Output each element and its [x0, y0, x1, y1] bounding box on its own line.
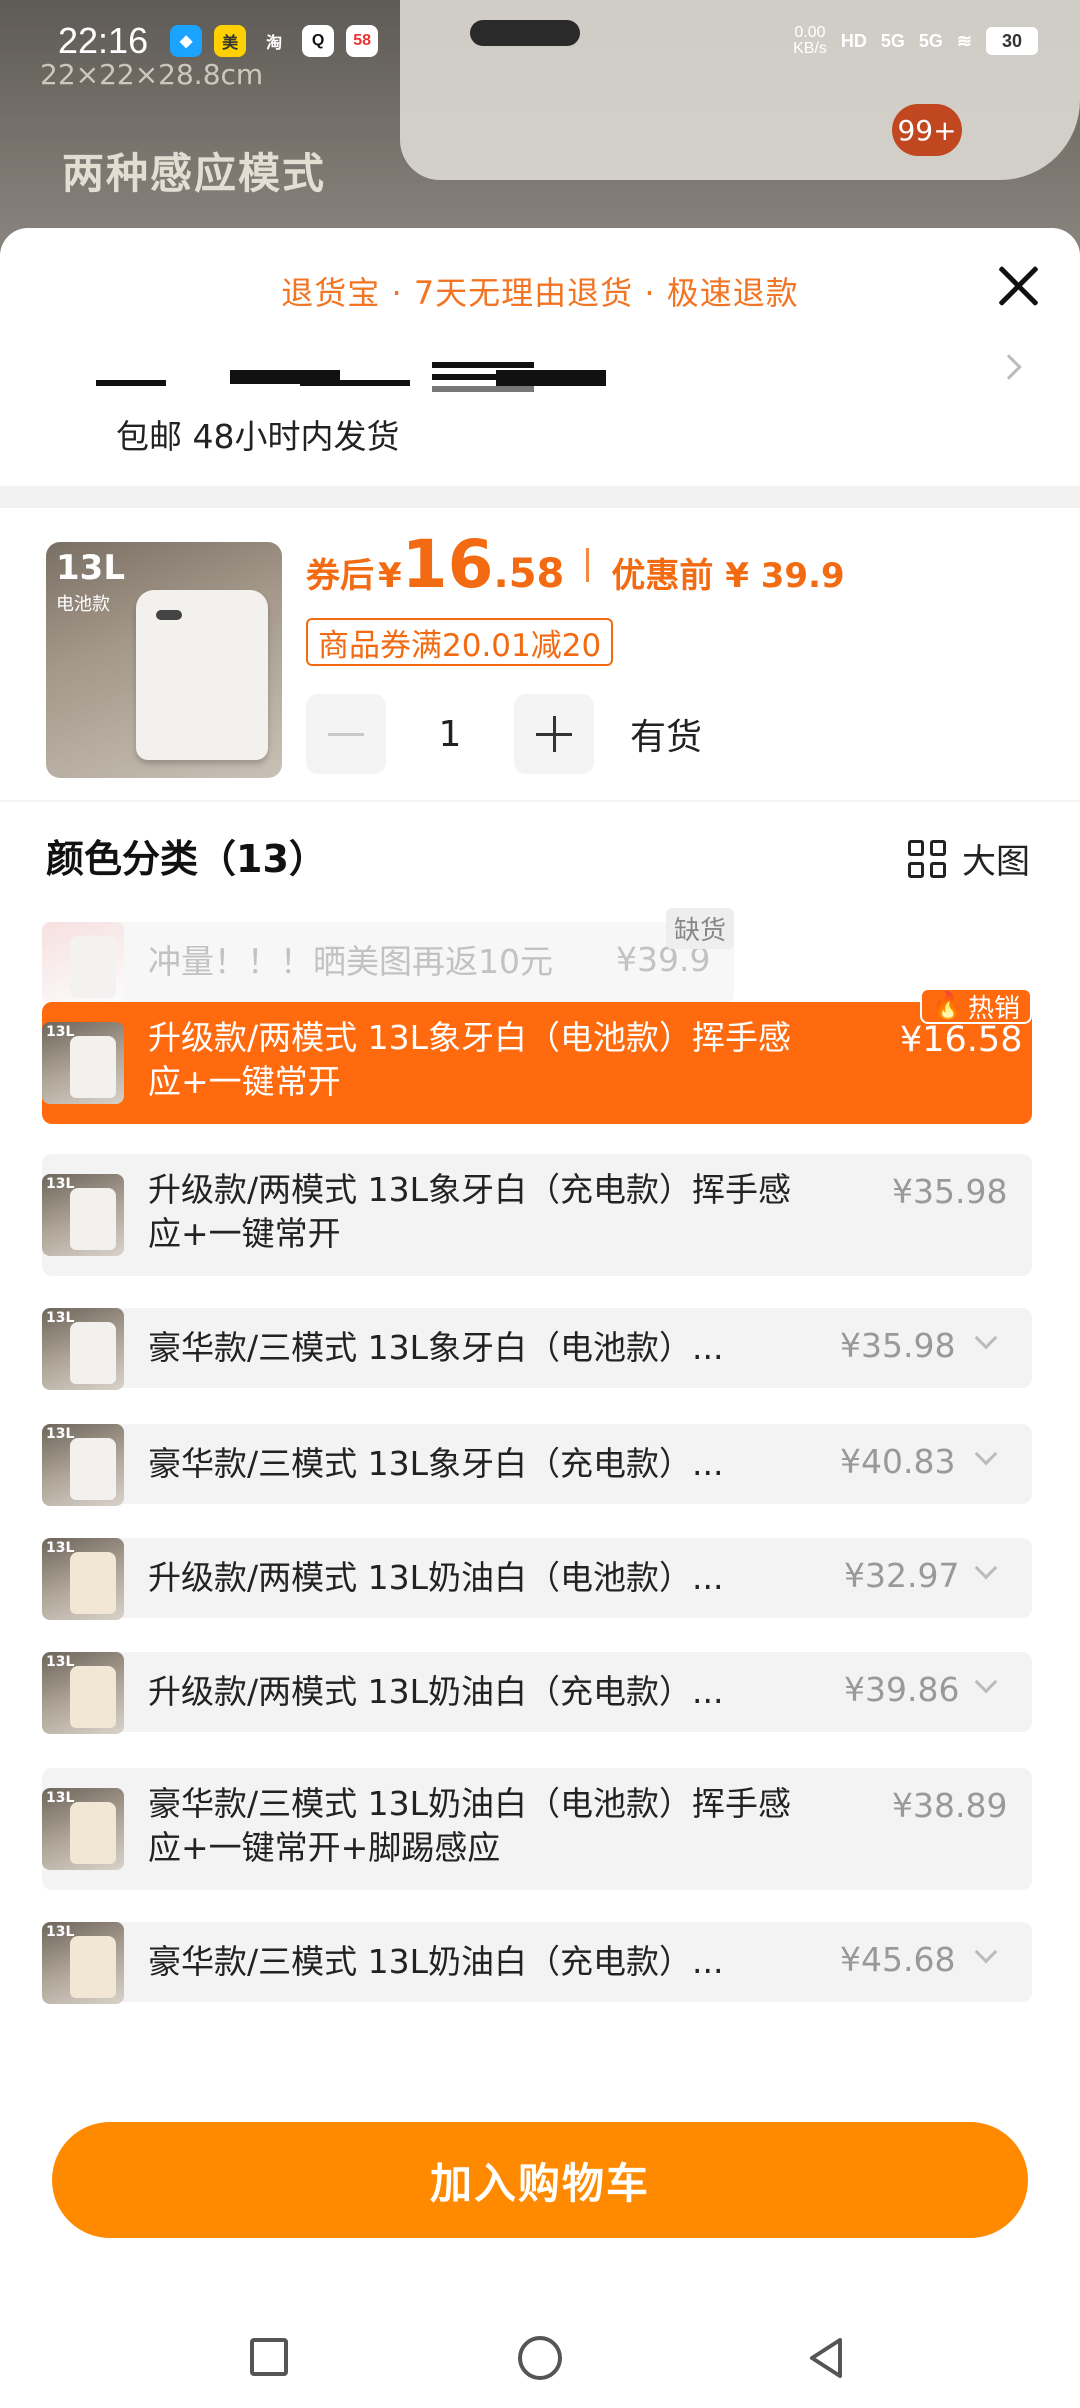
- price-row: 券后 ¥ 16 .58 优惠前 ¥ 39.9: [306, 526, 845, 603]
- net-speed-unit: KB/s: [793, 40, 827, 57]
- status-bar: 22:16 ◆ 美 淘 Q 58 0.00 KB/s HD 5G 5G ≋ 30: [0, 0, 1080, 82]
- variant-price: ¥16.58: [900, 1020, 1023, 1060]
- system-nav-bar: [0, 2290, 1080, 2408]
- variant-thumbnail: [42, 922, 124, 1004]
- quantity-value[interactable]: 1: [386, 714, 514, 755]
- status-right: 0.00 KB/s HD 5G 5G ≋ 30: [793, 25, 1038, 57]
- variant-label: 豪华款/三模式 13L奶油白（电池款）挥手感 应+一键常开+脚踢感应: [148, 1784, 791, 1867]
- coupon-badge: 商品券满20.01减20: [306, 618, 614, 666]
- app-notification-icon: ◆: [170, 25, 203, 57]
- variant-label: 豪华款/三模式 13L象牙白（充电款）...: [148, 1444, 724, 1483]
- variant-price: ¥38.89: [892, 1786, 1008, 1825]
- variant-price: ¥35.98: [840, 1326, 956, 1365]
- signal-5g-icon: 5G: [880, 30, 905, 51]
- price-decimal: .58: [493, 551, 565, 597]
- variant-option[interactable]: 13L 豪华款/三模式 13L奶油白（充电款）... ¥45.68: [42, 1922, 1032, 2004]
- app58-icon: 58: [346, 25, 379, 57]
- close-icon[interactable]: [990, 258, 1046, 314]
- variant-thumbnail: 13L: [42, 1538, 124, 1620]
- variant-price: ¥40.83: [840, 1442, 956, 1481]
- variant-thumbnail: 13L: [42, 1922, 124, 2004]
- variant-label: 升级款/两模式 13L奶油白（充电款）...: [148, 1672, 724, 1711]
- signal-5g-icon-2: 5G: [918, 30, 943, 51]
- notification-icons: ◆ 美 淘 Q 58: [170, 25, 379, 57]
- chevron-down-icon[interactable]: [974, 1442, 998, 1466]
- price-before-discount: 优惠前 ¥ 39.9: [611, 556, 845, 596]
- decrement-button[interactable]: [306, 694, 386, 774]
- return-policy-banner: 退货宝 · 7天无理由退货 · 极速退款: [281, 274, 799, 312]
- recent-apps-icon[interactable]: [250, 2338, 288, 2376]
- variant-label: 冲量！！！晒美图再返10元: [148, 942, 553, 981]
- flame-icon: 🔥: [931, 991, 964, 1021]
- variant-section-title: 颜色分类（13）: [46, 837, 327, 881]
- variant-thumbnail: 13L: [42, 1022, 124, 1104]
- chevron-down-icon[interactable]: [974, 1326, 998, 1350]
- redacted-address: [40, 352, 1000, 402]
- product-thumbnail[interactable]: 13L 电池款: [46, 542, 282, 778]
- wifi-icon: ≋: [956, 30, 972, 51]
- cart-badge[interactable]: 99+: [892, 104, 962, 156]
- grid-icon: [908, 839, 946, 878]
- variant-label: 升级款/两模式 13L象牙白（充电款）挥手感 应+一键常开: [148, 1170, 791, 1253]
- hd-icon: HD: [840, 30, 867, 51]
- thumb-label: 13L: [56, 548, 125, 588]
- big-view-toggle[interactable]: 大图: [908, 834, 1030, 883]
- variant-thumbnail: 13L: [42, 1424, 124, 1506]
- variant-thumbnail: 13L: [42, 1308, 124, 1390]
- variant-price: ¥45.68: [840, 1940, 956, 1979]
- meituan-icon: 美: [214, 25, 247, 57]
- variant-price: ¥35.98: [892, 1172, 1008, 1211]
- section-divider: [0, 486, 1080, 508]
- net-speed-value: 0.00: [794, 24, 826, 41]
- thumb-sub: 电池款: [56, 594, 110, 615]
- qq-icon: Q: [302, 25, 335, 57]
- variant-option[interactable]: 13L 升级款/两模式 13L奶油白（充电款）... ¥39.86: [42, 1652, 1032, 1734]
- variant-option-selected[interactable]: 13L 升级款/两模式 13L象牙白（电池款）挥手感 应+一键常开 ¥16.58…: [42, 988, 1032, 1124]
- variant-option[interactable]: 13L 豪华款/三模式 13L象牙白（电池款）... ¥35.98: [42, 1308, 1032, 1390]
- hot-sale-tag: 🔥 热销: [919, 988, 1032, 1024]
- variant-option-out-of-stock[interactable]: 冲量！！！晒美图再返10元 ¥39.9 缺货: [42, 908, 734, 1004]
- sku-sheet: 退货宝 · 7天无理由退货 · 极速退款 包邮 48小时内发货 13L 电池款 …: [0, 228, 1080, 2408]
- variant-option[interactable]: 13L 豪华款/三模式 13L象牙白（充电款）... ¥40.83: [42, 1424, 1032, 1506]
- chevron-down-icon[interactable]: [974, 1556, 998, 1580]
- battery-icon: 30: [986, 27, 1038, 55]
- bin-image: [136, 590, 268, 760]
- variant-option[interactable]: 13L 升级款/两模式 13L象牙白（充电款）挥手感 应+一键常开 ¥35.98: [42, 1154, 1032, 1276]
- variant-thumbnail: 13L: [42, 1174, 124, 1256]
- mode-text: 两种感应模式: [62, 149, 327, 198]
- divider-line: [0, 800, 1080, 802]
- variant-label: 豪华款/三模式 13L奶油白（充电款）...: [148, 1942, 724, 1981]
- variant-option[interactable]: 13L 升级款/两模式 13L奶油白（电池款）... ¥32.97: [42, 1538, 1032, 1620]
- hot-sale-label: 热销: [967, 993, 1020, 1024]
- variant-price: ¥32.97: [844, 1556, 960, 1595]
- currency-symbol: ¥: [378, 556, 402, 596]
- variant-thumbnail: 13L: [42, 1788, 124, 1870]
- chevron-down-icon[interactable]: [974, 1940, 998, 1964]
- chevron-right-icon[interactable]: [996, 354, 1022, 380]
- quantity-stepper: 1 有货: [306, 694, 702, 774]
- price-integer: 16: [401, 526, 494, 603]
- stock-status: 有货: [630, 717, 703, 758]
- status-time: 22:16: [58, 20, 149, 61]
- increment-button[interactable]: [514, 694, 594, 774]
- variant-label: 豪华款/三模式 13L象牙白（电池款）...: [148, 1328, 724, 1367]
- variant-option[interactable]: 13L 豪华款/三模式 13L奶油白（电池款）挥手感 应+一键常开+脚踢感应 ¥…: [42, 1768, 1032, 1890]
- chevron-down-icon[interactable]: [974, 1670, 998, 1694]
- variant-label: 升级款/两模式 13L奶油白（电池款）...: [148, 1558, 724, 1597]
- variant-label: 升级款/两模式 13L象牙白（电池款）挥手感 应+一键常开: [148, 1018, 791, 1101]
- variant-thumbnail: 13L: [42, 1652, 124, 1734]
- after-coupon-label: 券后: [306, 556, 374, 596]
- big-view-label: 大图: [962, 842, 1030, 882]
- out-of-stock-tag: 缺货: [665, 908, 734, 949]
- price-separator: [586, 547, 590, 582]
- variant-price: ¥39.86: [844, 1670, 960, 1709]
- add-to-cart-button[interactable]: 加入购物车: [52, 2122, 1028, 2238]
- taobao-icon: 淘: [266, 35, 283, 52]
- net-speed: 0.00 KB/s: [793, 25, 827, 57]
- home-icon[interactable]: [518, 2336, 562, 2380]
- shipping-info: 包邮 48小时内发货: [116, 417, 400, 456]
